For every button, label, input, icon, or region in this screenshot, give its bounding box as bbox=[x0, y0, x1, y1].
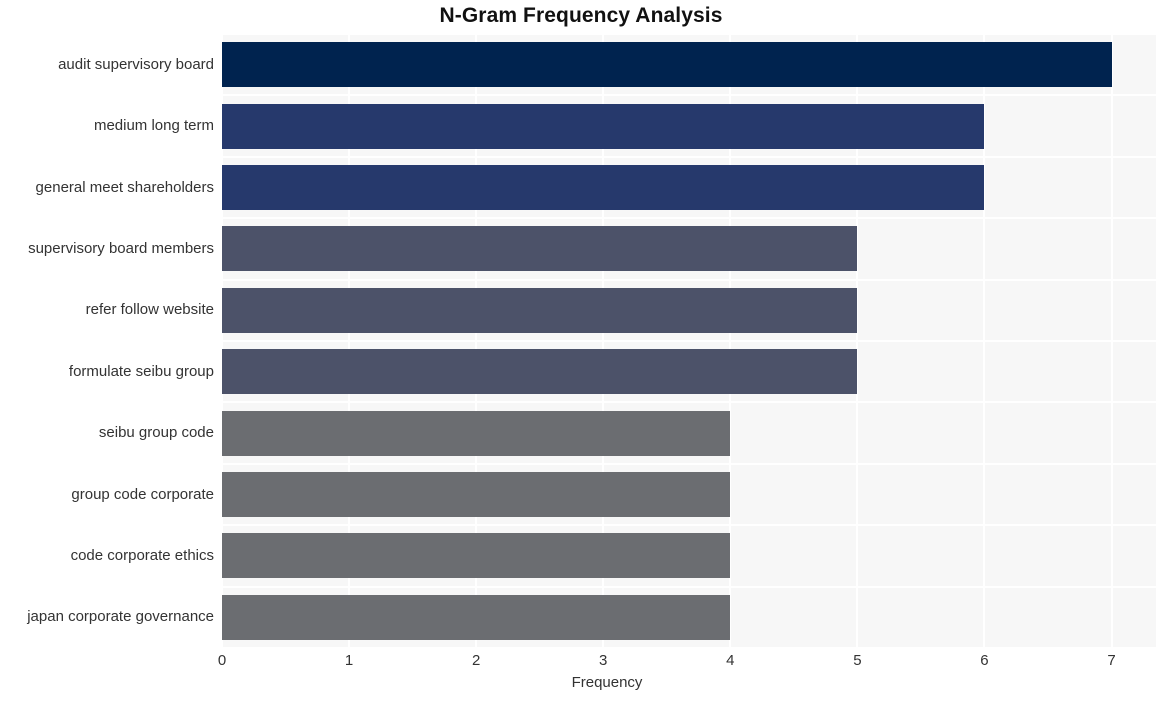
y-axis-tick-label: audit supervisory board bbox=[58, 55, 214, 73]
bar[interactable] bbox=[222, 533, 731, 579]
y-axis-tick-label: code corporate ethics bbox=[70, 546, 214, 564]
x-axis-tick-label: 3 bbox=[599, 652, 608, 669]
bar[interactable] bbox=[222, 42, 1112, 88]
x-axis-tick-label: 0 bbox=[217, 652, 227, 669]
page-title: N-Gram Frequency Analysis bbox=[439, 4, 723, 27]
x-axis-tick-label: 5 bbox=[853, 652, 862, 669]
x-axis: 0 1 2 3 4 5 6 7 bbox=[218, 648, 1156, 674]
bar[interactable] bbox=[222, 349, 858, 395]
y-axis-tick-label: general meet shareholders bbox=[35, 178, 214, 196]
bar[interactable] bbox=[222, 103, 985, 149]
x-axis-tick-label: 6 bbox=[980, 652, 989, 669]
gridline-horizontal bbox=[222, 155, 1156, 158]
chart-figure: N-Gram Frequency Analysis audit supervis… bbox=[0, 0, 1162, 701]
gridline-horizontal bbox=[222, 401, 1156, 404]
x-axis-title: Frequency bbox=[222, 674, 1156, 691]
y-axis-tick-label: group code corporate bbox=[71, 485, 214, 503]
gridline-horizontal bbox=[222, 340, 1156, 342]
y-axis-tick-label: formulate seibu group bbox=[68, 362, 214, 380]
gridline-horizontal bbox=[222, 462, 1156, 465]
gridline-horizontal bbox=[222, 33, 1156, 35]
bar[interactable] bbox=[222, 165, 985, 210]
gridline-horizontal bbox=[222, 94, 1156, 97]
y-axis-tick-label: seibu group code bbox=[98, 424, 214, 442]
gridline-horizontal bbox=[222, 524, 1156, 527]
y-axis-tick-label: supervisory board members bbox=[28, 239, 214, 257]
x-axis-tick-label: 1 bbox=[344, 652, 354, 669]
plot-area bbox=[221, 33, 1156, 649]
bar[interactable] bbox=[222, 594, 731, 640]
y-axis-tick-label: medium long term bbox=[93, 117, 214, 135]
x-axis-title-label: Frequency bbox=[571, 674, 643, 691]
bar[interactable] bbox=[222, 410, 731, 456]
x-axis-tick-label: 2 bbox=[471, 652, 481, 669]
gridline-horizontal bbox=[222, 585, 1156, 588]
bar[interactable] bbox=[222, 472, 731, 517]
gridline-horizontal bbox=[222, 217, 1156, 220]
y-axis: audit supervisory board medium long term g… bbox=[0, 34, 222, 648]
gridline-horizontal bbox=[222, 278, 1156, 281]
x-axis-tick-label: 7 bbox=[1107, 652, 1116, 669]
y-axis-tick-label: japan corporate governance bbox=[27, 608, 214, 626]
y-axis-tick-label: refer follow website bbox=[85, 301, 214, 319]
bar[interactable] bbox=[222, 226, 858, 272]
bar[interactable] bbox=[222, 287, 858, 333]
x-axis-tick-label: 4 bbox=[726, 652, 735, 669]
